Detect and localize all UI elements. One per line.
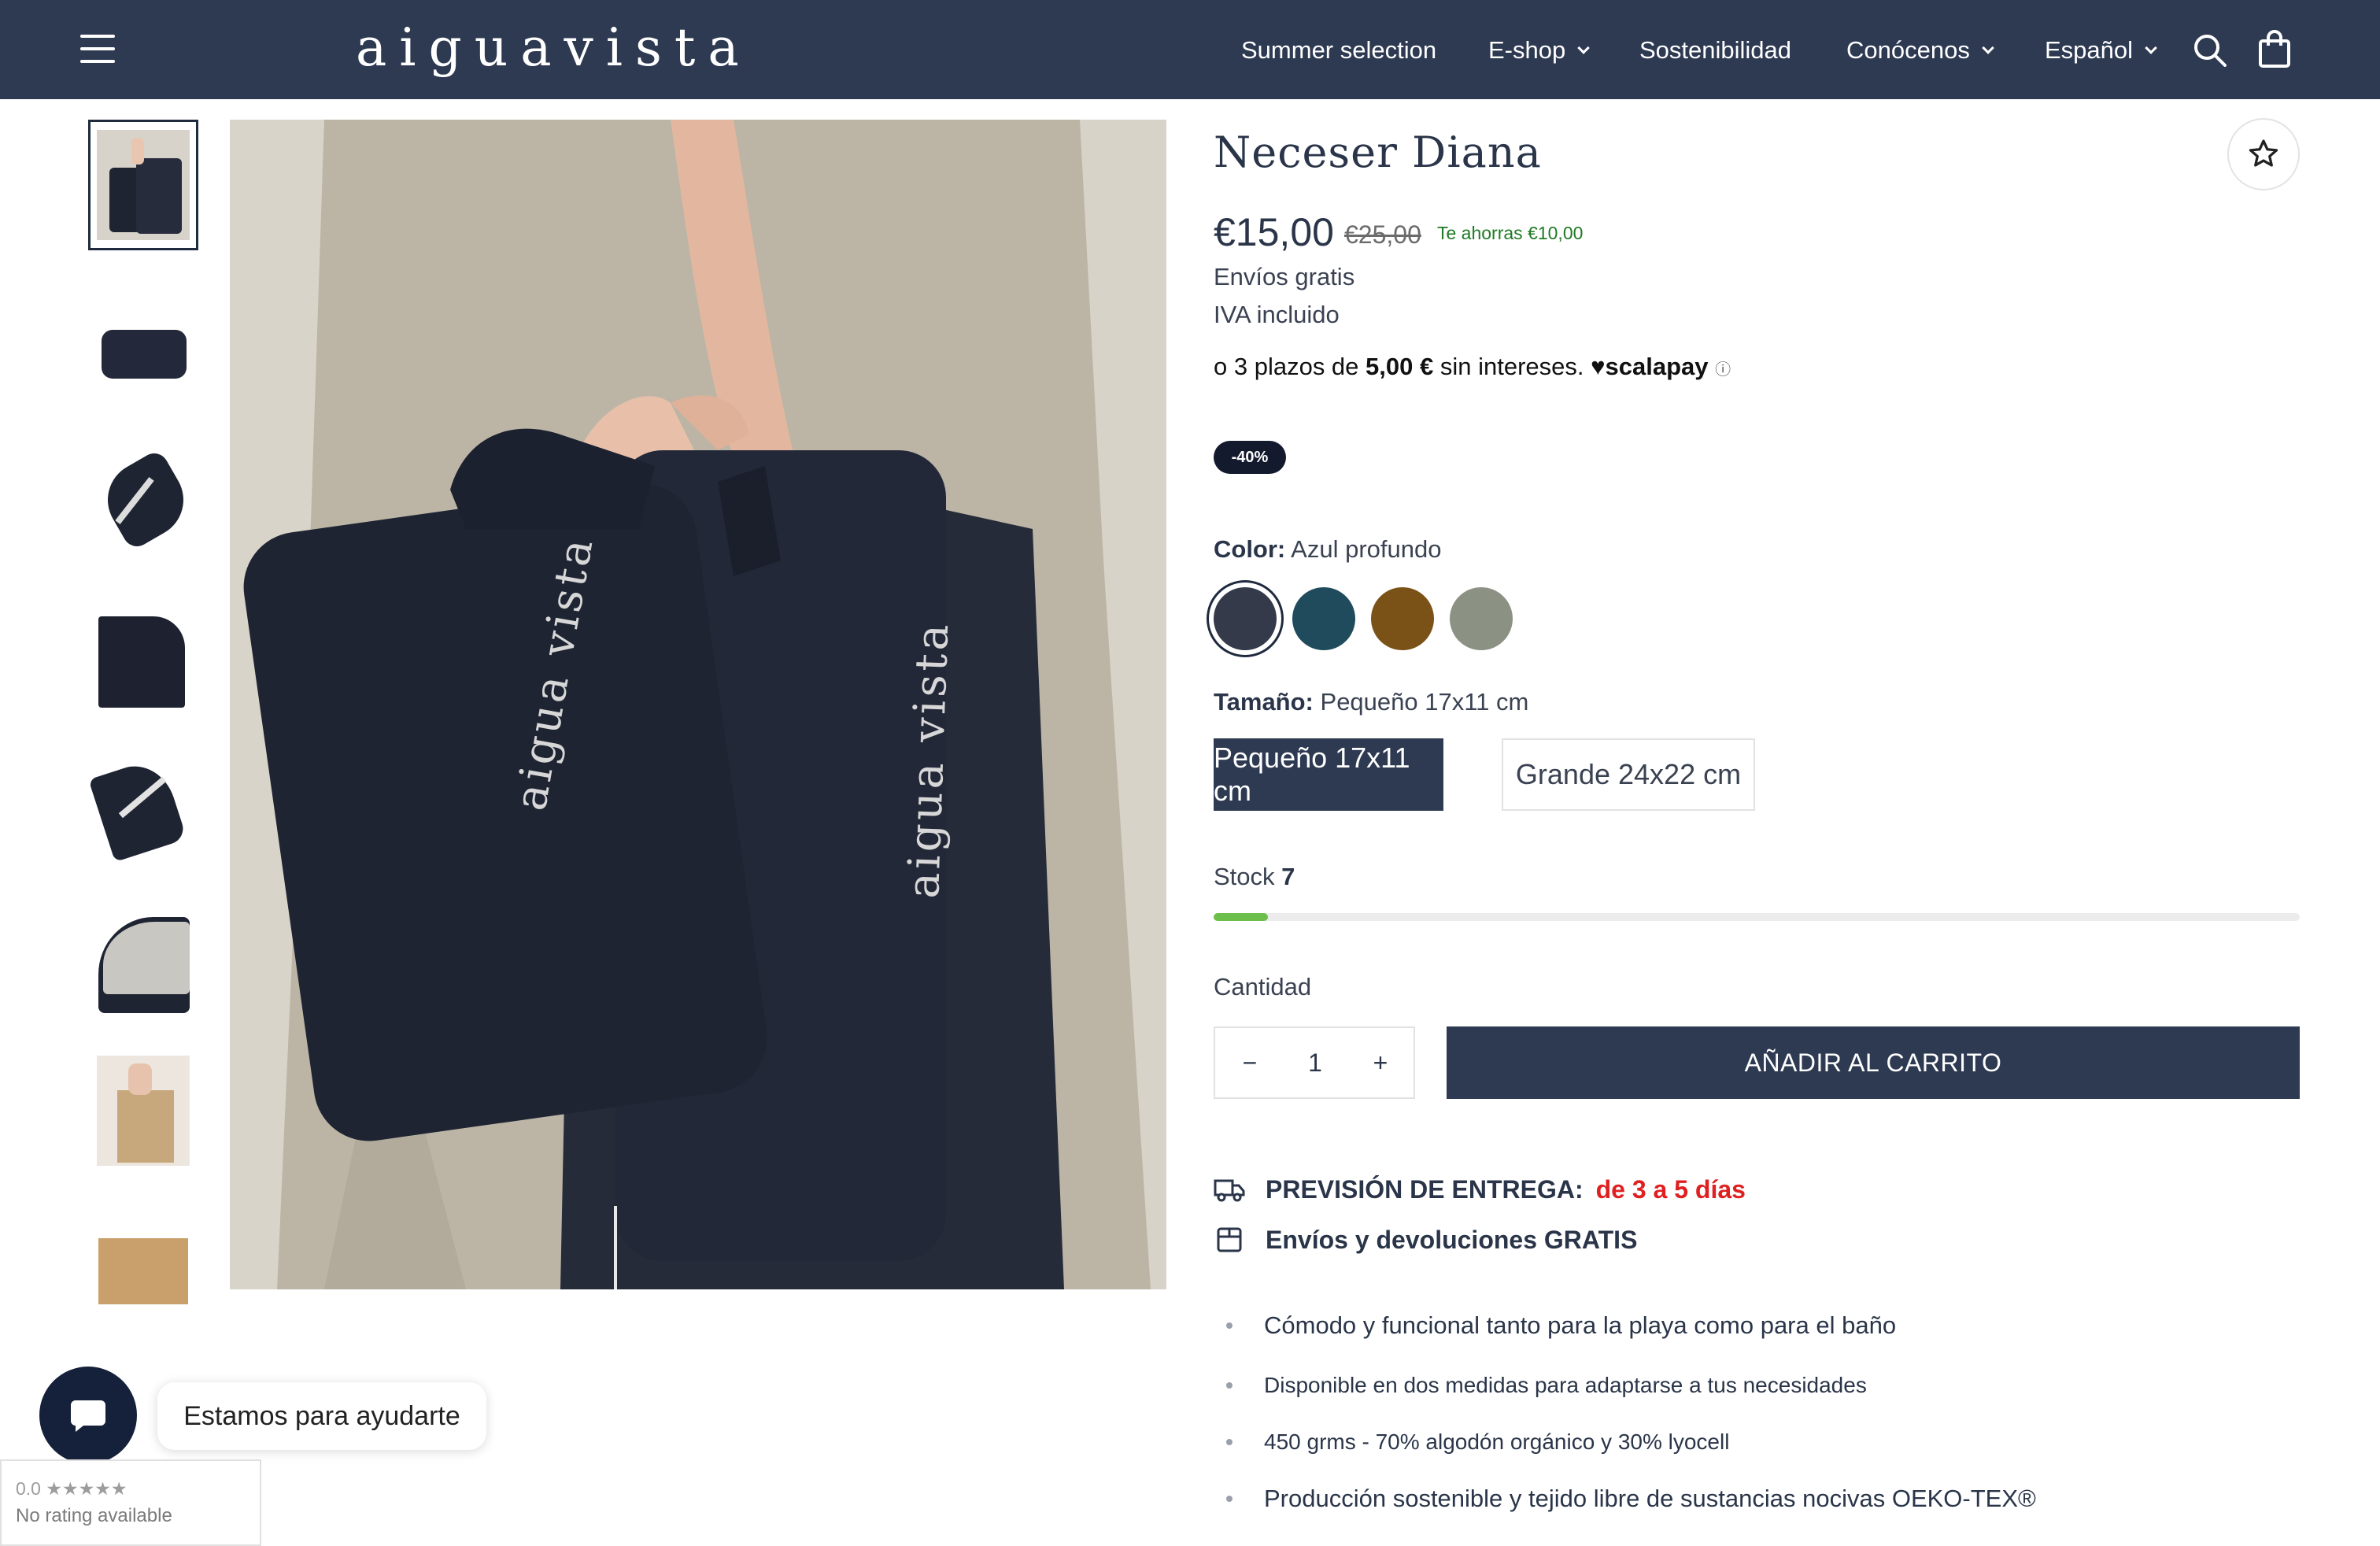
thumbnail-image	[94, 442, 198, 552]
thumbnail-3[interactable]	[88, 431, 198, 562]
site-logo[interactable]: aiguavista	[356, 17, 752, 78]
thumbnail-image	[97, 903, 190, 1013]
installments-info: o 3 plazos de 5,00 € sin intereses. ♥sca…	[1214, 353, 1731, 381]
thumbnail-image	[97, 130, 190, 240]
nav-summer-selection[interactable]: Summer selection	[1241, 31, 1436, 69]
color-swatch-3[interactable]	[1371, 587, 1434, 650]
feature-list-item: Cómodo y funcional tanto para la playa c…	[1226, 1311, 1896, 1340]
thumbnail-2[interactable]	[88, 277, 198, 408]
feature-list-item: 450 grms - 70% algodón orgánico y 30% ly…	[1226, 1429, 1729, 1455]
quantity-decrease-button[interactable]: −	[1215, 1028, 1284, 1097]
stock-bar-fill	[1214, 913, 1268, 921]
stock-label-text: Stock	[1214, 863, 1275, 890]
quantity-stepper: − 1 +	[1214, 1026, 1415, 1099]
thumbnail-8[interactable]	[88, 1196, 198, 1327]
thumbnail-1[interactable]	[88, 120, 198, 250]
original-price: €25,00	[1344, 220, 1421, 249]
nav-language[interactable]: Español	[2045, 31, 2157, 69]
product-photo: aigua vista aigua vista	[230, 120, 1166, 1289]
bag-logo-text: aigua vista	[898, 620, 959, 900]
discount-badge: -40%	[1214, 441, 1286, 474]
shipping-text: Envíos gratis	[1214, 263, 1355, 290]
scalapay-logo: scalapay	[1605, 353, 1709, 380]
thumbnail-5[interactable]	[88, 740, 198, 871]
bag-icon[interactable]	[2257, 30, 2292, 69]
quantity-increase-button[interactable]: +	[1346, 1028, 1415, 1097]
color-value: Azul profundo	[1291, 535, 1442, 563]
color-label: Color: Azul profundo	[1214, 535, 1441, 564]
box-icon	[1214, 1224, 1245, 1256]
chevron-down-icon	[2145, 41, 2157, 54]
nav-sostenibilidad[interactable]: Sostenibilidad	[1639, 31, 1791, 69]
add-to-cart-button[interactable]: AÑADIR AL CARRITO	[1447, 1026, 2300, 1099]
rating-text: No rating available	[16, 1505, 172, 1526]
thumbnail-image	[97, 597, 190, 708]
product-title: Neceser Diana	[1214, 128, 1542, 177]
delivery-value: de 3 a 5 días	[1595, 1174, 1746, 1204]
truck-icon	[1214, 1174, 1245, 1205]
size-option-small[interactable]: Pequeño 17x11 cm	[1214, 738, 1443, 811]
savings-text: Te ahorras €10,00	[1437, 223, 1584, 243]
installments-prefix: o 3 plazos de	[1214, 353, 1359, 380]
product-price: €15,00	[1214, 210, 1334, 254]
info-icon[interactable]: ⓘ	[1715, 361, 1731, 379]
thumbnail-image	[88, 750, 190, 863]
wishlist-button[interactable]	[2227, 118, 2300, 190]
search-icon[interactable]	[2191, 31, 2229, 69]
feature-list-item: Disponible en dos medidas para adaptarse…	[1226, 1373, 1867, 1398]
size-label: Tamaño: Pequeño 17x11 cm	[1214, 688, 1528, 716]
thumbnail-image	[97, 1207, 190, 1317]
chat-prompt[interactable]: Estamos para ayudarte	[157, 1382, 486, 1450]
nav-conocenos[interactable]: Conócenos	[1846, 31, 1994, 69]
color-swatch-2[interactable]	[1292, 587, 1355, 650]
chevron-down-icon	[1577, 41, 1591, 54]
size-option-large[interactable]: Grande 24x22 cm	[1502, 738, 1755, 811]
product-main-image: aigua vista aigua vista	[230, 120, 1166, 1289]
thumbnail-6[interactable]	[88, 893, 198, 1023]
stock-label: Stock 7	[1214, 863, 1295, 891]
free-returns: Envíos y devoluciones GRATIS	[1214, 1220, 1637, 1259]
delivery-label: PREVISIÓN DE ENTREGA:	[1266, 1174, 1584, 1204]
rating-widget[interactable]: 0.0 ★★★★★ No rating available	[0, 1459, 261, 1546]
color-label-text: Color:	[1214, 535, 1286, 563]
thumbnail-image	[97, 287, 190, 398]
stock-value: 7	[1281, 863, 1295, 890]
thumbnail-image	[97, 1056, 190, 1166]
star-icon	[2249, 139, 2278, 167]
menu-icon[interactable]	[80, 35, 115, 63]
quantity-value[interactable]: 1	[1284, 1028, 1346, 1097]
installments-suffix: sin intereses.	[1439, 353, 1584, 380]
quantity-label: Cantidad	[1214, 973, 1312, 1000]
chat-button[interactable]	[39, 1367, 137, 1464]
size-value: Pequeño 17x11 cm	[1320, 688, 1529, 716]
free-returns-text: Envíos y devoluciones GRATIS	[1266, 1225, 1638, 1254]
heart-icon: ♥	[1591, 353, 1606, 380]
color-swatch-4[interactable]	[1450, 587, 1513, 650]
site-header: aiguavista Summer selection E-shop Soste…	[0, 0, 2380, 99]
thumbnail-7[interactable]	[88, 1045, 198, 1176]
stock-bar	[1214, 913, 2300, 921]
feature-list-item: Producción sostenible y tejido libre de …	[1226, 1485, 2036, 1513]
nav-eshop[interactable]: E-shop	[1488, 31, 1591, 69]
thumbnail-4[interactable]	[88, 587, 198, 718]
size-label-text: Tamaño:	[1214, 688, 1314, 716]
chat-icon	[71, 1400, 105, 1432]
chevron-down-icon	[1982, 41, 1994, 54]
tax-text: IVA incluido	[1214, 301, 1340, 328]
installments-amount: 5,00 €	[1366, 353, 1434, 380]
rating-score: 0.0 ★★★★★	[16, 1478, 128, 1499]
delivery-estimate: PREVISIÓN DE ENTREGA: de 3 a 5 días	[1214, 1170, 1746, 1209]
color-swatch-azul-profundo[interactable]	[1214, 587, 1277, 650]
